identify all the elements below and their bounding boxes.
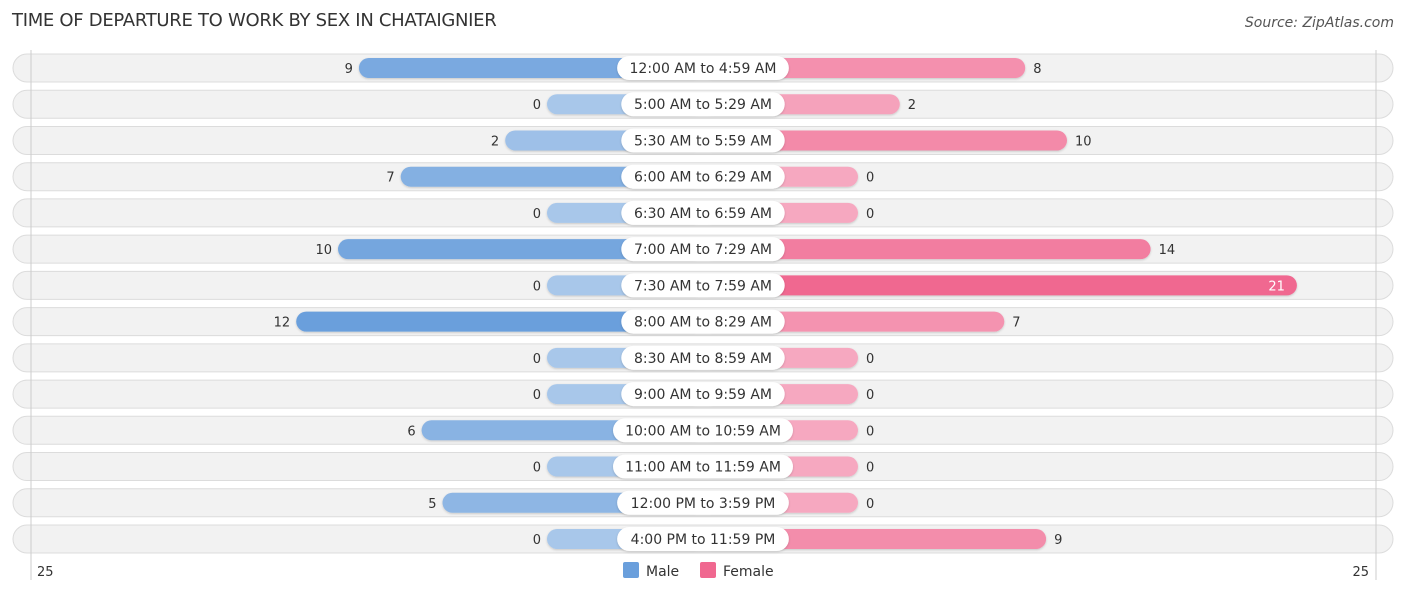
category-label: 11:00 AM to 11:59 AM — [625, 460, 781, 476]
value-label-male: 10 — [315, 243, 332, 258]
value-label-male: 0 — [533, 98, 541, 113]
category-label: 10:00 AM to 10:59 AM — [625, 423, 781, 439]
value-label-female: 14 — [1159, 243, 1176, 258]
value-label-male: 0 — [533, 461, 541, 476]
value-label-female: 10 — [1075, 134, 1092, 149]
diverging-bar-chart: 12:00 AM to 4:59 AM 9 8 5:00 AM to 5:29 AM 0… — [12, 50, 1394, 580]
category-label: 7:00 AM to 7:29 AM — [634, 242, 772, 258]
value-label-female: 0 — [866, 352, 874, 367]
legend-label-female: Female — [723, 564, 774, 580]
category-label: 8:00 AM to 8:29 AM — [634, 315, 772, 331]
value-label-female: 9 — [1054, 533, 1062, 548]
legend-swatch-male — [623, 562, 639, 578]
value-label-male: 0 — [533, 388, 541, 403]
value-label-male: 5 — [428, 497, 436, 512]
value-label-female: 0 — [866, 461, 874, 476]
category-label: 9:00 AM to 9:59 AM — [634, 387, 772, 403]
category-label: 4:00 PM to 11:59 PM — [631, 532, 776, 548]
value-label-male: 0 — [533, 279, 541, 294]
value-label-male: 0 — [533, 352, 541, 367]
value-label-female: 0 — [866, 207, 874, 222]
value-label-male: 9 — [345, 62, 353, 77]
axis-label-left: 25 — [37, 565, 54, 580]
legend-swatch-female — [700, 562, 716, 578]
category-label: 12:00 PM to 3:59 PM — [631, 496, 776, 512]
value-label-female: 0 — [866, 424, 874, 439]
value-label-female: 2 — [908, 98, 916, 113]
value-label-female: 0 — [866, 497, 874, 512]
value-label-female: 0 — [866, 388, 874, 403]
value-label-female: 0 — [866, 171, 874, 186]
value-label-male: 0 — [533, 533, 541, 548]
value-label-male: 2 — [491, 134, 499, 149]
category-label: 5:30 AM to 5:59 AM — [634, 133, 772, 149]
value-label-male: 0 — [533, 207, 541, 222]
category-label: 5:00 AM to 5:29 AM — [634, 97, 772, 113]
value-label-female: 7 — [1012, 316, 1020, 331]
legend: Male Female — [623, 562, 774, 580]
value-label-male: 6 — [407, 424, 415, 439]
category-label: 7:30 AM to 7:59 AM — [634, 278, 772, 294]
legend-label-male: Male — [646, 564, 679, 580]
category-label: 12:00 AM to 4:59 AM — [630, 61, 777, 77]
value-label-female: 21 — [1268, 279, 1285, 294]
category-label: 6:00 AM to 6:29 AM — [634, 170, 772, 186]
axis-label-right: 25 — [1352, 565, 1369, 580]
bar-female — [703, 275, 1297, 296]
category-label: 8:30 AM to 8:59 AM — [634, 351, 772, 367]
value-label-male: 7 — [386, 171, 394, 186]
value-label-male: 12 — [274, 316, 291, 331]
category-label: 6:30 AM to 6:59 AM — [634, 206, 772, 222]
value-label-female: 8 — [1033, 62, 1041, 77]
